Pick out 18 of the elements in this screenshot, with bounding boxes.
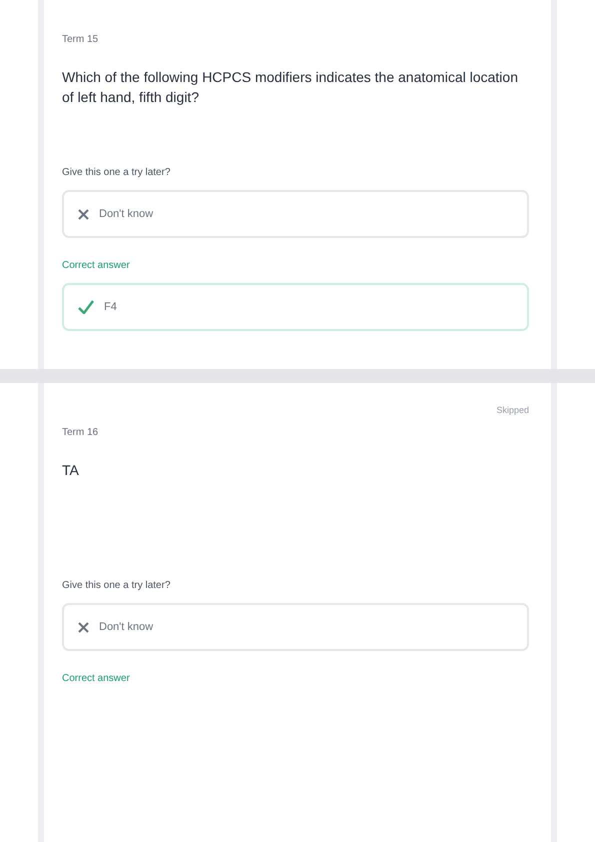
correct-answer-option[interactable]: F4 [62, 283, 529, 331]
correct-answer-label: Correct answer [62, 260, 131, 271]
option-text: Don't know [99, 621, 154, 633]
prompt-text: Give this one a try later? [62, 167, 172, 178]
answer-option[interactable]: Don't know [62, 190, 529, 238]
check-icon [78, 300, 94, 314]
prompt-text: Give this one a try later? [62, 580, 172, 591]
term-label: Term 15 [62, 34, 100, 45]
question-text: TA [62, 461, 80, 480]
close-icon [78, 208, 89, 220]
option-text: Don't know [99, 208, 154, 220]
close-icon [78, 622, 89, 632]
term-label: Term 16 [62, 427, 100, 438]
status-text: Skipped [496, 405, 529, 415]
answer-option[interactable]: Don't know [62, 603, 529, 651]
question-text: Which of the following HCPCS modifiers indicates the anatomical location of left hand, fifth digit? [62, 68, 519, 108]
option-text: F4 [104, 301, 117, 313]
correct-answer-label: Correct answer [62, 673, 131, 684]
